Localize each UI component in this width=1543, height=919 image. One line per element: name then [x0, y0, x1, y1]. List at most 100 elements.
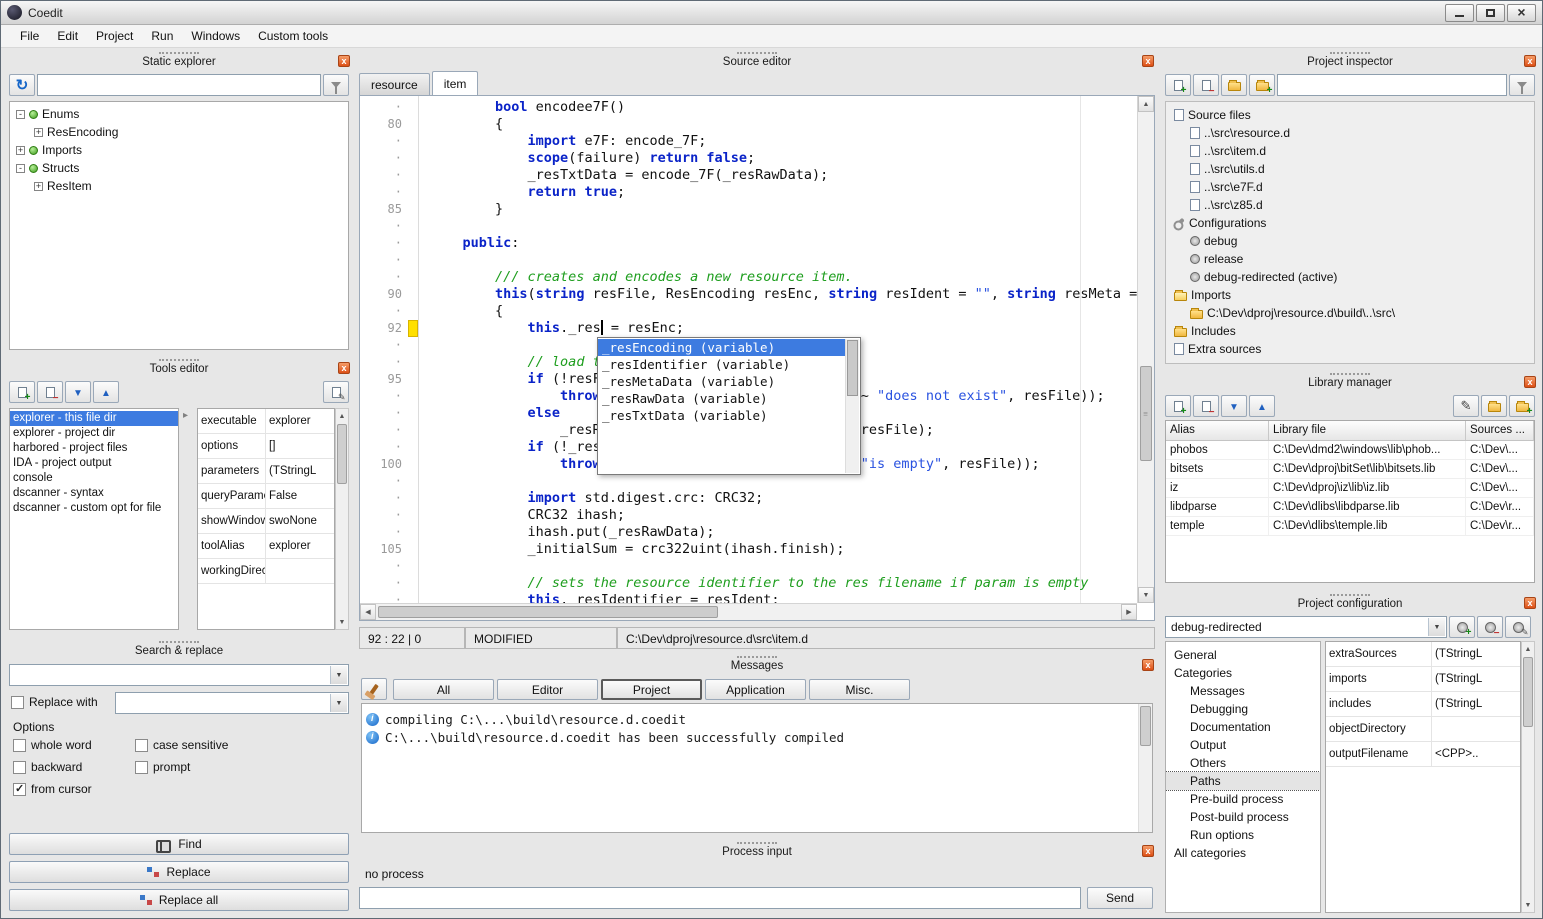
checkbox-from-cursor[interactable]: from cursor [13, 782, 135, 796]
configuration-grid-scrollbar[interactable]: ▲ ▼ [1521, 641, 1535, 913]
collapse-icon[interactable] [16, 110, 25, 119]
inspector-item-release[interactable]: release [1166, 250, 1534, 268]
tab-item[interactable]: item [432, 71, 479, 95]
menu-item-custom-tools[interactable]: Custom tools [249, 26, 337, 46]
scroll-down-icon[interactable]: ▼ [336, 615, 348, 629]
column-header-library-file[interactable]: Library file [1269, 421, 1466, 440]
tool-item-explorer-this-file-dir[interactable]: explorer - this file dir [10, 411, 178, 426]
drag-grip[interactable] [737, 842, 777, 844]
tool-item-explorer-project-dir[interactable]: explorer - project dir [10, 426, 178, 441]
completion-item-resrawdata-variable[interactable]: _resRawData (variable) [598, 390, 845, 407]
property-value[interactable]: explorer [266, 534, 334, 558]
checkbox-box[interactable] [135, 739, 148, 752]
menu-item-windows[interactable]: Windows [182, 26, 249, 46]
property-value[interactable]: False [266, 484, 334, 508]
category-paths[interactable]: Paths [1166, 772, 1320, 790]
inspector-item-debug-redirected-active[interactable]: debug-redirected (active) [1166, 268, 1534, 286]
drag-grip[interactable] [159, 359, 199, 361]
close-panel-button[interactable] [1524, 55, 1536, 67]
combo-dropdown-icon[interactable] [1428, 618, 1445, 636]
property-value[interactable]: (TStringL [1432, 667, 1520, 691]
combo-dropdown-icon[interactable] [330, 694, 347, 712]
category-general[interactable]: General [1166, 646, 1320, 664]
property-value[interactable]: <CPP>.. [1432, 742, 1520, 766]
static-filter-input[interactable] [37, 74, 321, 96]
message-row[interactable]: C:\...\build\resource.d.coedit has been … [362, 728, 1152, 746]
category-output[interactable]: Output [1166, 736, 1320, 754]
inspector-item-includes[interactable]: Includes [1166, 322, 1534, 340]
collapse-icon[interactable] [16, 164, 25, 173]
library-row[interactable]: izC:\Dev\dproj\iz\lib\iz.libC:\Dev\... [1166, 479, 1534, 498]
drag-grip[interactable] [1330, 52, 1370, 54]
inspector-item-extra-sources[interactable]: Extra sources [1166, 340, 1534, 358]
scroll-thumb[interactable] [847, 340, 858, 396]
inspector-item-imports[interactable]: Imports [1166, 286, 1534, 304]
tool-item-ida-project-output[interactable]: IDA - project output [10, 456, 178, 471]
inspector-item-src-z85-d[interactable]: ..\src\z85.d [1166, 196, 1534, 214]
editor-vertical-scrollbar[interactable]: ▲ ▼ ≡ [1137, 96, 1154, 603]
scroll-thumb[interactable] [1140, 706, 1151, 746]
category-run-options[interactable]: Run options [1166, 826, 1320, 844]
clone-tool-button[interactable] [323, 381, 349, 403]
clear-messages-button[interactable] [361, 678, 387, 700]
property-value[interactable]: swoNone [266, 509, 334, 533]
move-library-down-button[interactable] [1221, 395, 1247, 417]
inspector-item-debug[interactable]: debug [1166, 232, 1534, 250]
remove-library-button[interactable] [1193, 395, 1219, 417]
menu-item-run[interactable]: Run [142, 26, 182, 46]
library-add-folder-button[interactable] [1509, 395, 1535, 417]
library-row[interactable]: libdparseC:\Dev\dlibs\libdparse.libC:\De… [1166, 498, 1534, 517]
filter-all[interactable]: All [393, 679, 494, 700]
close-panel-button[interactable] [1142, 55, 1154, 67]
open-folder-button[interactable] [1221, 74, 1247, 96]
column-header-sources[interactable]: Sources ... [1466, 421, 1534, 440]
refresh-button[interactable] [9, 74, 35, 96]
checkbox-prompt[interactable]: prompt [135, 760, 347, 774]
find-button[interactable]: Find [9, 833, 349, 855]
completion-item-resmetadata-variable[interactable]: _resMetaData (variable) [598, 373, 845, 390]
drag-grip[interactable] [1330, 373, 1370, 375]
send-button[interactable]: Send [1087, 887, 1153, 909]
close-button[interactable] [1507, 4, 1536, 22]
inspector-item-src-utils-d[interactable]: ..\src\utils.d [1166, 160, 1534, 178]
search-combo[interactable] [9, 664, 349, 686]
message-row[interactable]: compiling C:\...\build\resource.d.coedit [362, 710, 1152, 728]
static-tree-item-structs[interactable]: Structs [10, 159, 348, 177]
static-tree-item-imports[interactable]: Imports [10, 141, 348, 159]
editor-horizontal-scrollbar[interactable]: ◀ ▶ [360, 603, 1137, 620]
library-row[interactable]: bitsetsC:\Dev\dproj\bitSet\lib\bitsets.l… [1166, 460, 1534, 479]
drag-grip[interactable] [1330, 594, 1370, 596]
inspector-item-src-resource-d[interactable]: ..\src\resource.d [1166, 124, 1534, 142]
inspector-item-source-files[interactable]: Source files [1166, 106, 1534, 124]
filter-application[interactable]: Application [705, 679, 806, 700]
scroll-thumb[interactable] [378, 606, 718, 618]
inspector-item-src-e7f-d[interactable]: ..\src\e7F.d [1166, 178, 1534, 196]
expand-icon[interactable] [34, 182, 43, 191]
scroll-up-icon[interactable]: ▲ [336, 409, 348, 423]
menu-item-file[interactable]: File [11, 26, 48, 46]
property-value[interactable]: (TStringL [1432, 642, 1520, 666]
completion-item-restxtdata-variable[interactable]: _resTxtData (variable) [598, 407, 845, 424]
static-tree-item-resitem[interactable]: ResItem [10, 177, 348, 195]
replace-button[interactable]: Replace [9, 861, 349, 883]
checkbox-box[interactable] [13, 783, 26, 796]
category-messages[interactable]: Messages [1166, 682, 1320, 700]
property-value[interactable]: (TStringL [266, 459, 334, 483]
maximize-button[interactable] [1476, 4, 1505, 22]
replace-with-checkbox[interactable]: Replace with [11, 695, 98, 709]
filter-project[interactable]: Project [601, 679, 702, 700]
splitter-arrow-icon[interactable]: ▸ [183, 410, 188, 421]
category-debugging[interactable]: Debugging [1166, 700, 1320, 718]
checkbox-box[interactable] [13, 761, 26, 774]
property-value[interactable]: [] [266, 434, 334, 458]
drag-grip[interactable] [737, 656, 777, 658]
add-tool-button[interactable] [9, 381, 35, 403]
menu-item-edit[interactable]: Edit [48, 26, 87, 46]
category-others[interactable]: Others [1166, 754, 1320, 772]
scroll-left-icon[interactable]: ◀ [360, 604, 376, 620]
add-folder-button[interactable] [1249, 74, 1275, 96]
clone-configuration-button[interactable] [1505, 616, 1531, 638]
close-panel-button[interactable] [338, 55, 350, 67]
category-post-build-process[interactable]: Post-build process [1166, 808, 1320, 826]
scroll-thumb[interactable] [1523, 657, 1533, 727]
